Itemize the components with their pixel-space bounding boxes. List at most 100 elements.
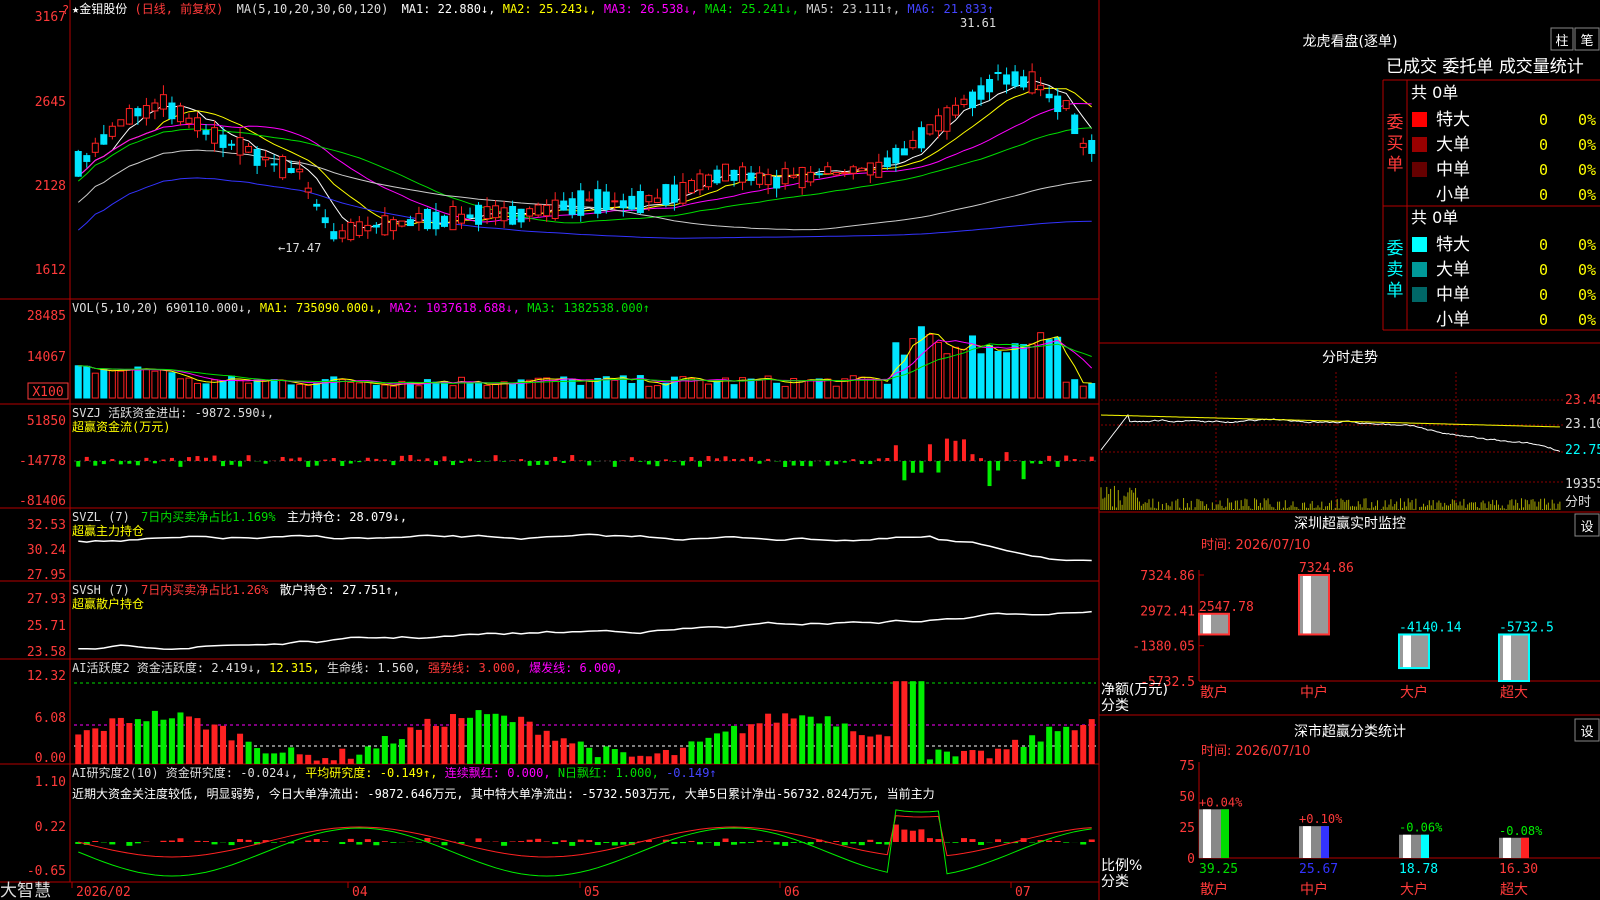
activity-bar — [654, 753, 661, 764]
candle-body — [1028, 71, 1036, 94]
activity-bar — [892, 681, 899, 764]
research-bar — [765, 841, 772, 842]
research-bar — [586, 840, 593, 842]
monitor-bar-label: 7324.86 — [1299, 561, 1354, 576]
candle-body — [398, 220, 406, 227]
tab-volume-stats[interactable]: 成交量统计 — [1499, 57, 1584, 77]
research-bar — [756, 840, 763, 842]
candle-body — [960, 98, 968, 106]
res-label: AI研究度2(10) 资金研究度: -0.024↓, — [72, 765, 298, 780]
activity-bar — [1046, 726, 1053, 764]
research-bar — [543, 841, 550, 842]
research-bar — [279, 841, 286, 842]
research-bar — [611, 842, 618, 846]
intraday-panel[interactable] — [1100, 372, 1564, 512]
sell-row-label: 中单 — [1436, 285, 1470, 305]
research-bar — [322, 841, 329, 842]
research-bar — [109, 842, 116, 845]
svzj-bar — [715, 458, 720, 461]
candle-body — [934, 115, 942, 132]
volume-panel[interactable] — [74, 326, 1096, 399]
activity-bar — [288, 747, 295, 764]
volume-bar — [381, 384, 389, 399]
tab-orders[interactable]: 委托单 — [1442, 57, 1493, 77]
svzj-bar — [348, 461, 353, 464]
candle-body — [449, 206, 457, 231]
activity-bar — [305, 754, 312, 764]
research-bar — [773, 842, 780, 845]
chart-mode: (日线, 前复权) — [134, 1, 223, 16]
activity-bar — [943, 751, 950, 764]
activity-bar — [296, 754, 303, 764]
candle-body — [100, 134, 108, 145]
svzj-bar — [391, 461, 396, 466]
stock-chart-canvas[interactable]: 7324.86 2972.41 -1380.05 -5732.5 2547.78 散户 73… — [0, 0, 1600, 900]
volume-bar — [338, 379, 346, 399]
svzj-bar — [195, 456, 200, 461]
price-panel[interactable] — [74, 63, 1096, 243]
volume-bar — [892, 342, 900, 399]
activity-bar — [577, 741, 584, 764]
svg-text:★金钼股份 (日线, 前复权) MA(5,1: ★金钼股份 (日线, 前复权) MA(5,10,20,30,60,120) MA… — [72, 1, 994, 16]
svzj-panel[interactable] — [74, 438, 1096, 487]
volume-bar — [449, 385, 457, 399]
class-bar-accent — [1321, 826, 1329, 858]
svzj-bar — [800, 461, 805, 466]
activity-bar — [203, 729, 210, 764]
price-tick: 1612 — [35, 263, 66, 278]
svzl-panel[interactable] — [78, 533, 1092, 562]
candle-body — [492, 205, 500, 219]
volume-bar — [1088, 383, 1096, 399]
candle-body — [977, 85, 985, 100]
svzj-bar — [655, 461, 660, 467]
ma6-value: MA6: 21.833↑ — [907, 2, 994, 16]
svzj-bar — [442, 456, 447, 461]
monitor-bar-highlight — [1203, 613, 1211, 635]
candle-body — [1045, 93, 1053, 99]
tab-filled[interactable]: 已成交 — [1386, 57, 1437, 77]
sz-class-title: 深市超赢分类统计 — [1294, 723, 1406, 740]
ma3-value: MA3: 26.538↓, — [604, 2, 698, 16]
candle-body — [943, 107, 951, 132]
activity-bar — [467, 717, 474, 764]
svzj-bar — [297, 457, 302, 461]
activity-bar — [407, 727, 414, 764]
svzj-bar — [212, 455, 217, 461]
activity-bar — [594, 757, 601, 764]
svsh-tick: 27.93 — [27, 592, 66, 607]
research-bar — [722, 838, 729, 842]
activity-bar — [671, 755, 678, 764]
candle-body — [423, 208, 431, 230]
ai-activity-panel[interactable] — [74, 681, 1096, 764]
svsh-sub: 超赢散户持仓 — [72, 596, 144, 611]
research-bar — [731, 842, 738, 845]
candle-body — [159, 94, 167, 110]
act-v5: 爆发线: 6.000, — [529, 660, 623, 675]
ai-research-panel[interactable] — [75, 809, 1095, 877]
vol-tick: 28485 — [27, 309, 66, 324]
svzj-bar — [450, 461, 455, 466]
activity-bar — [475, 710, 482, 764]
candle-body — [1054, 95, 1062, 113]
class-tick: 25 — [1179, 821, 1195, 836]
sz-class-ylabel: 比例% — [1101, 858, 1142, 874]
svzj-bar — [365, 457, 370, 461]
research-bar — [1054, 840, 1061, 842]
research-bar — [978, 842, 985, 845]
activity-bar — [543, 730, 550, 764]
research-bar — [535, 838, 542, 842]
research-bar — [356, 842, 363, 845]
activity-bar — [858, 735, 865, 764]
candle-body — [866, 162, 874, 176]
act-tick: 0.00 — [35, 751, 66, 766]
class-category: 中户 — [1300, 881, 1328, 898]
svzj-bar — [842, 461, 847, 463]
svsh-panel[interactable] — [78, 610, 1092, 650]
activity-bar — [373, 748, 380, 764]
class-tick: 75 — [1179, 759, 1195, 774]
volume-bar — [313, 382, 321, 399]
monitor-bar-highlight — [1403, 634, 1411, 669]
research-bar — [390, 842, 397, 843]
buy-row-count: 0 — [1539, 136, 1548, 154]
svzj-sub: 超赢资金流(万元) — [72, 419, 170, 434]
